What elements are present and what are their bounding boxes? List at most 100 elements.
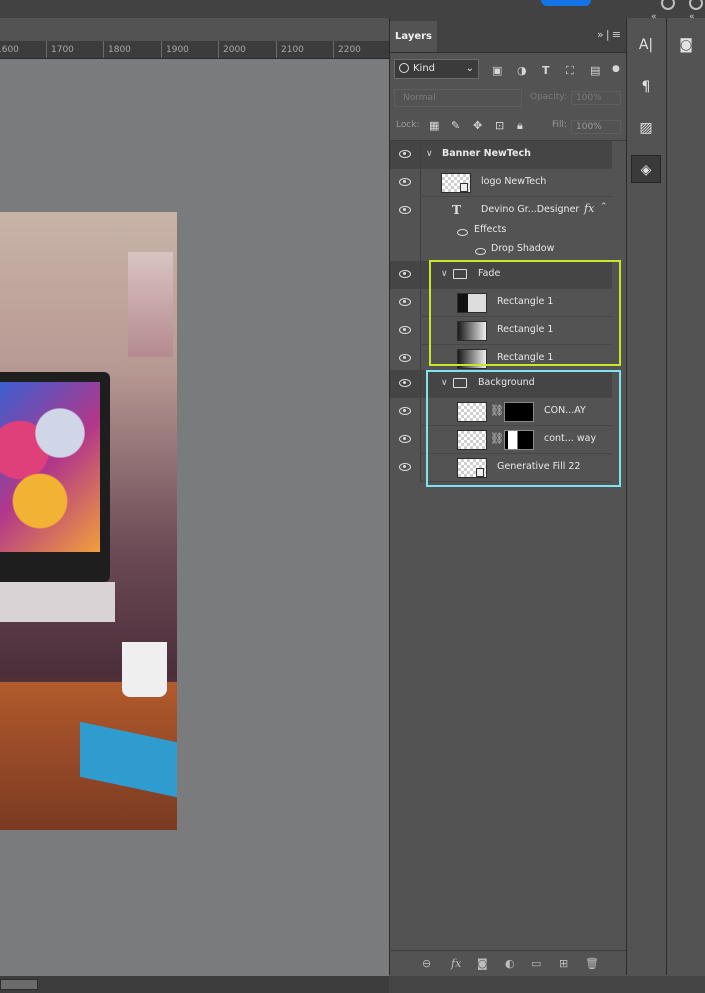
filter-kind-select[interactable]: Kind ⌄ — [394, 59, 479, 79]
collapse-icon[interactable]: « — [689, 12, 695, 22]
fx-icon[interactable]: fx — [584, 202, 594, 215]
opacity-field[interactable]: 100% — [571, 91, 621, 105]
chevron-down-icon[interactable]: ∨ — [426, 149, 433, 159]
layers-panel-footer: ⊖ fx ◙ ◐ ▭ ⊞ 🗑︎ — [389, 950, 626, 976]
layer-row-logo[interactable]: logo NewTech — [390, 169, 612, 197]
lock-position-icon[interactable]: ✥ — [473, 119, 482, 132]
image-filter-icon[interactable]: ▣ — [492, 64, 502, 77]
shape-filter-icon[interactable]: ⛶ — [566, 64, 574, 78]
collapse-icon[interactable]: « — [651, 12, 657, 22]
document-canvas[interactable] — [0, 59, 389, 976]
ruler-label: 2200 — [338, 45, 361, 55]
adjustment-filter-icon[interactable]: ◑ — [517, 64, 527, 77]
highlight-box-fade — [429, 260, 621, 366]
layer-name: Devino Gr...Designer — [481, 204, 580, 215]
effects-label: Effects — [474, 224, 507, 235]
panel-dock-strip-2: « ◙ — [666, 12, 705, 975]
lock-label: Lock: — [396, 120, 420, 130]
eye-icon[interactable] — [399, 463, 411, 471]
ruler-tick-line — [218, 41, 219, 58]
panel-menu-icon[interactable]: » | ≡ — [597, 28, 621, 41]
layer-name: Banner NewTech — [442, 148, 531, 159]
monitor-stand — [0, 582, 115, 622]
eye-icon[interactable] — [399, 206, 411, 214]
chevron-up-icon[interactable]: ⌃ — [600, 202, 608, 212]
tab-layers[interactable]: Layers — [390, 21, 437, 52]
eye-column — [390, 197, 421, 263]
layer-row-banner-group[interactable]: ∨ Banner NewTech — [390, 141, 612, 169]
eye-icon[interactable] — [399, 298, 411, 306]
text-filter-icon[interactable]: T — [542, 64, 550, 77]
monitor-screen — [0, 382, 100, 552]
eye-column — [390, 345, 421, 373]
ruler-label: 2100 — [281, 45, 304, 55]
ruler-label: 2000 — [223, 45, 246, 55]
eye-icon[interactable] — [399, 270, 411, 278]
lock-all-icon[interactable]: 🔒︎ — [517, 119, 523, 133]
new-adjustment-icon[interactable]: ◐ — [505, 957, 515, 970]
new-layer-icon[interactable]: ⊞ — [559, 957, 568, 970]
character-panel-icon[interactable]: A| — [631, 31, 661, 59]
eye-column — [390, 370, 421, 398]
eye-column — [390, 289, 421, 317]
wall-poster — [128, 252, 173, 357]
lock-row: Lock: ▦ ✎ ✥ ⊡ 🔒︎ Fill: 100% — [390, 114, 627, 141]
panel-header: Layers » | ≡ — [390, 18, 627, 53]
pen-mug — [122, 642, 167, 697]
eye-icon[interactable] — [399, 407, 411, 415]
horizontal-scrollbar[interactable] — [0, 976, 389, 993]
mask-icon[interactable]: ◙ — [477, 957, 488, 970]
eye-column — [390, 261, 421, 289]
libraries-icon[interactable]: ▨ — [631, 114, 661, 142]
eye-icon[interactable] — [399, 326, 411, 334]
scrollbar-thumb[interactable] — [0, 979, 38, 990]
share-button[interactable] — [541, 0, 591, 6]
new-group-icon[interactable]: ▭ — [531, 957, 541, 970]
eye-icon[interactable] — [399, 178, 411, 186]
eye-icon[interactable] — [399, 379, 411, 387]
eye-icon[interactable] — [399, 435, 411, 443]
lock-artboard-icon[interactable]: ⊡ — [495, 119, 504, 132]
eye-icon[interactable] — [457, 229, 468, 236]
smart-object-filter-icon[interactable]: ▤ — [590, 64, 600, 77]
ruler-tick-line — [333, 41, 334, 58]
eye-icon[interactable] — [399, 150, 411, 158]
ruler-tick-line — [276, 41, 277, 58]
eye-column — [390, 426, 421, 454]
ruler-tick-line — [103, 41, 104, 58]
opacity-label: Opacity: — [530, 92, 567, 102]
layers-panel-icon[interactable]: ◈ — [631, 155, 661, 183]
app-top-bar — [0, 0, 705, 18]
ruler-label: 1800 — [108, 45, 131, 55]
ruler-label: 1700 — [51, 45, 74, 55]
fill-field[interactable]: 100% — [571, 120, 621, 134]
eye-column — [390, 454, 421, 482]
ruler-tick-line — [46, 41, 47, 58]
eye-icon[interactable] — [475, 248, 486, 255]
blend-mode-select[interactable]: Normal — [394, 89, 522, 107]
effect-drop-shadow: Drop Shadow — [491, 243, 555, 254]
banner-image[interactable] — [0, 212, 177, 830]
layer-row-text[interactable]: T Devino Gr...Designer fx ⌃ Effects Drop… — [390, 197, 612, 263]
fill-label: Fill: — [552, 120, 568, 130]
layer-name: logo NewTech — [481, 176, 547, 187]
paragraph-panel-icon[interactable]: ¶ — [631, 73, 661, 101]
trash-icon[interactable]: 🗑︎ — [585, 957, 599, 970]
eye-icon[interactable] — [399, 354, 411, 362]
ruler-label: 1900 — [166, 45, 189, 55]
settings-icon[interactable] — [689, 0, 703, 10]
lock-transparency-icon[interactable]: ▦ — [429, 119, 439, 132]
panel-dock-strip: « A| ¶ ▨ ◈ — [626, 12, 667, 975]
properties-panel-icon[interactable]: ◙ — [671, 31, 701, 59]
bottom-bar — [389, 976, 705, 993]
fx-icon[interactable]: fx — [451, 957, 461, 970]
lock-pixels-icon[interactable]: ✎ — [451, 119, 460, 132]
blend-row: Normal Opacity: 100% — [390, 86, 627, 112]
link-layers-icon[interactable]: ⊖ — [422, 957, 431, 970]
search-icon[interactable] — [661, 0, 675, 10]
search-icon — [399, 63, 409, 73]
layer-filter-row: Kind ⌄ ▣ ◑ T ⛶ ▤ ● — [390, 54, 627, 86]
eye-column — [390, 317, 421, 345]
eye-column — [390, 398, 421, 426]
filter-toggle-icon[interactable]: ● — [612, 64, 620, 74]
